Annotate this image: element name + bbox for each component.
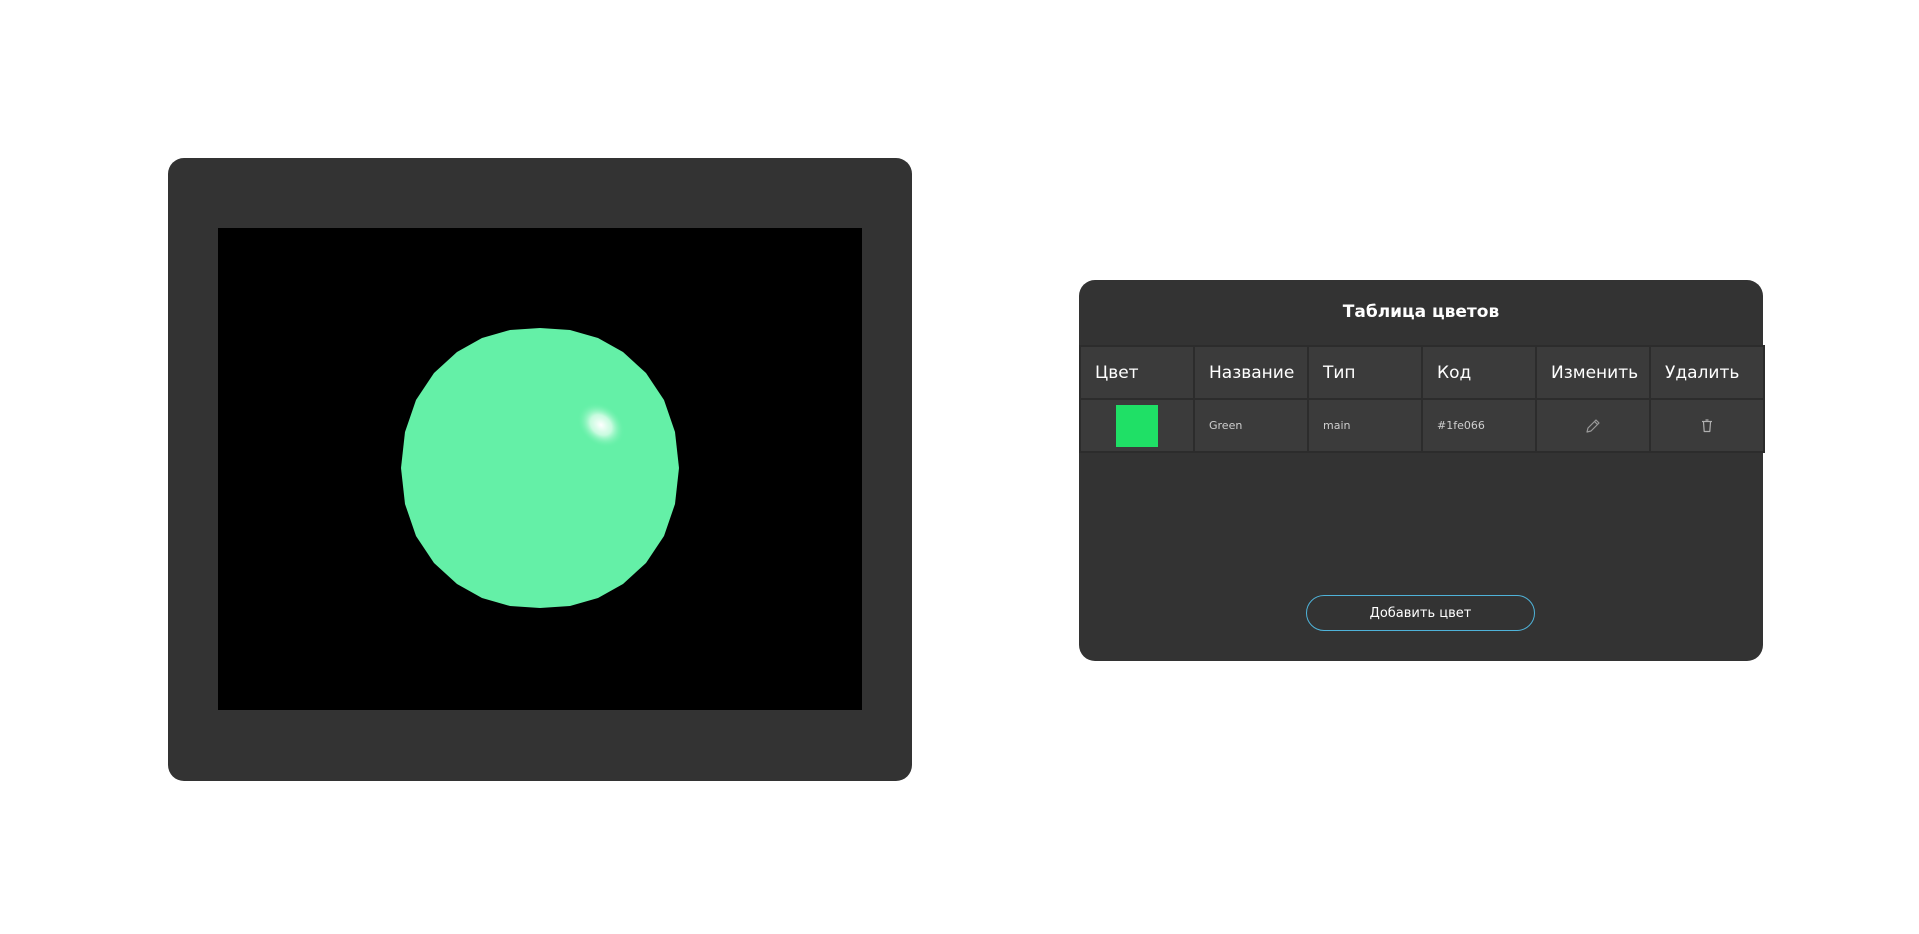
edit-cell xyxy=(1535,398,1651,453)
column-header-edit: Изменить xyxy=(1535,345,1651,400)
sphere xyxy=(401,328,679,608)
render-canvas[interactable] xyxy=(218,228,862,710)
table-title: Таблица цветов xyxy=(1342,302,1500,322)
trash-icon[interactable] xyxy=(1698,417,1716,435)
code-cell: #1fe066 xyxy=(1421,398,1537,453)
column-header-code: Код xyxy=(1421,345,1537,400)
type-cell: main xyxy=(1307,398,1423,453)
pencil-icon[interactable] xyxy=(1584,417,1602,435)
column-header-delete: Удалить xyxy=(1649,345,1765,400)
color-table-panel: Таблица цветов Цвет Название Тип Код Изм… xyxy=(1079,280,1765,661)
column-header-type: Тип xyxy=(1307,345,1423,400)
color-cell xyxy=(1079,398,1195,453)
color-swatch xyxy=(1116,404,1158,447)
add-color-button[interactable]: Добавить цвет xyxy=(1306,595,1535,631)
color-table: Цвет Название Тип Код Изменить Удалить G… xyxy=(1079,345,1765,453)
sphere-render xyxy=(401,328,679,608)
table-header-row: Цвет Название Тип Код Изменить Удалить xyxy=(1079,345,1765,400)
name-cell: Green xyxy=(1193,398,1309,453)
table-row: Green main #1fe066 xyxy=(1079,398,1765,453)
column-header-color: Цвет xyxy=(1079,345,1195,400)
column-header-name: Название xyxy=(1193,345,1309,400)
delete-cell xyxy=(1649,398,1765,453)
3d-viewer-panel xyxy=(168,158,912,781)
